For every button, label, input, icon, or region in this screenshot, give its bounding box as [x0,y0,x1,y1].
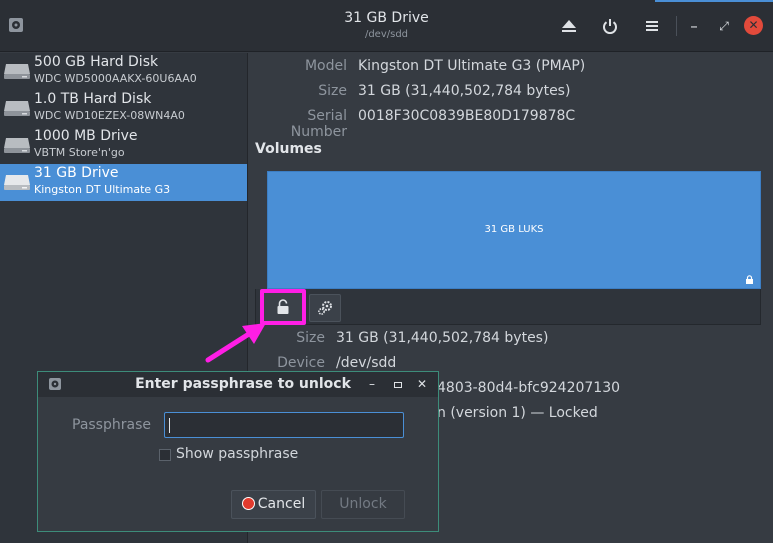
drive-description: WDC WD10EZEX-08WN4A0 [34,109,185,122]
sidebar-item-1tb[interactable]: 1.0 TB Hard Disk WDC WD10EZEX-08WN4A0 [0,90,247,127]
close-icon: ✕ [748,18,759,32]
dialog-minimize-button[interactable]: – [363,375,381,393]
partition-label: 31 GB LUKS [484,224,544,235]
close-button[interactable]: ✕ [744,16,763,35]
show-passphrase-label[interactable]: Show passphrase [176,446,298,462]
unlock-icon [277,299,289,314]
sidebar-item-500gb[interactable]: 500 GB Hard Disk WDC WD5000AAKX-60U6AA0 [0,53,247,90]
cancel-icon [241,497,255,510]
header-separator [676,16,677,36]
drive-name: 500 GB Hard Disk [34,54,159,70]
dialog-maximize-button[interactable] [389,375,407,393]
passphrase-label: Passphrase [72,417,151,433]
eject-button[interactable] [557,14,581,38]
menu-icon [646,21,658,31]
power-icon [603,19,617,34]
contents-value-partial: n (version 1) — Locked [437,405,598,421]
restore-icon: ⤢ [719,19,729,33]
volumes-heading: Volumes [255,141,322,157]
cancel-label: Cancel [257,496,306,512]
drive-description: Kingston DT Ultimate G3 [34,183,171,196]
eject-icon [562,20,576,32]
minimize-icon: – [690,17,698,35]
usb-drive-icon [4,175,30,190]
volume-settings-button[interactable] [309,294,341,322]
drive-name: 31 GB Drive [34,165,119,181]
hard-disk-icon [4,101,30,116]
minimize-button[interactable]: – [682,14,706,38]
sidebar-item-31gb[interactable]: 31 GB Drive Kingston DT Ultimate G3 [0,164,247,201]
cancel-button[interactable]: Cancel [231,490,316,519]
header-accent-strip [655,0,773,2]
restore-button[interactable]: ⤢ [712,14,736,38]
drive-name: 1000 MB Drive [34,128,138,144]
hard-disk-icon [4,64,30,79]
size-label: Size [318,83,347,99]
dialog-close-button[interactable]: ✕ [413,375,431,393]
lock-icon [746,275,753,284]
volume-partition-luks[interactable]: 31 GB LUKS [267,171,761,289]
model-label: Model [304,58,347,74]
device-value: /dev/sdd [336,355,397,371]
volume-toolbar [255,289,761,325]
drive-menu-button[interactable] [640,14,664,38]
drive-description: VBTM Store'n'go [34,146,125,159]
header-bar: 31 GB Drive /dev/sdd – ⤢ ✕ [0,0,773,52]
text-caret [169,418,170,433]
serial-value: 0018F30C0839BE80D179878C [358,108,576,124]
passphrase-input[interactable] [164,412,404,438]
model-value: Kingston DT Ultimate G3 (PMAP) [358,58,586,74]
drive-description: WDC WD5000AAKX-60U6AA0 [34,72,197,85]
minimize-icon: – [369,377,375,391]
volume-size-value: 31 GB (31,440,502,784 bytes) [336,330,549,346]
close-icon: ✕ [416,377,428,391]
uuid-value-partial: 4803-80d4-bfc924207130 [437,380,621,396]
annotation-arrow [205,323,266,363]
sidebar-item-1000mb[interactable]: 1000 MB Drive VBTM Store'n'go [0,127,247,164]
drive-name: 1.0 TB Hard Disk [34,91,152,107]
power-off-button[interactable] [598,14,622,38]
gears-icon [318,301,332,315]
unlock-dialog-button[interactable]: Unlock [321,490,405,519]
dialog-titlebar: Enter passphrase to unlock – ✕ [38,372,438,397]
unlock-dialog: Enter passphrase to unlock – ✕ Passphras… [37,371,439,532]
unlock-label: Unlock [339,496,387,512]
size-value: 31 GB (31,440,502,784 bytes) [358,83,571,99]
maximize-icon [394,382,402,388]
drive-icon [4,138,30,153]
serial-label: Serial Number [290,108,347,140]
show-passphrase-checkbox[interactable] [159,449,171,461]
